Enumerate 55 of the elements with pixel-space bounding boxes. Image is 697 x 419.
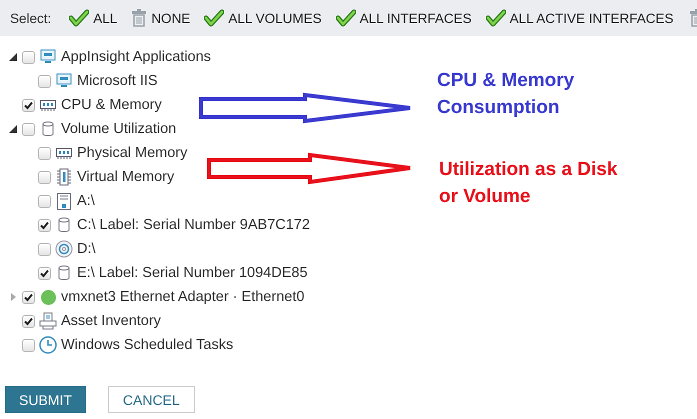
checkbox[interactable] (38, 242, 51, 256)
chip-icon (57, 168, 71, 186)
printer-icon (39, 312, 57, 330)
memory-icon (40, 99, 56, 111)
select-none-button[interactable]: NONE (131, 9, 190, 27)
checkbox[interactable] (22, 338, 35, 352)
checkbox[interactable] (38, 146, 51, 160)
cylinder-icon (58, 217, 70, 233)
cylinder-icon (58, 265, 70, 281)
tree-item-label[interactable]: A:\ (77, 193, 95, 209)
tree-item-label[interactable]: C:\ Label: Serial Number 9AB7C172 (77, 217, 310, 233)
checkmark-icon (69, 9, 90, 27)
expanded-arrow-icon[interactable] (8, 124, 18, 134)
expanded-arrow-icon[interactable] (8, 52, 18, 62)
checkbox[interactable] (22, 98, 35, 112)
checkbox[interactable] (38, 218, 51, 232)
annotation-text: Utilization as a Disk or Volume (439, 158, 618, 209)
disc-icon (55, 240, 73, 258)
tree-item-label[interactable]: AppInsight Applications (61, 49, 211, 65)
annotation-text: CPU & Memory Consumption (437, 69, 574, 120)
trash-icon (131, 9, 148, 27)
memory-icon (56, 147, 72, 159)
tree-item-label[interactable]: Microsoft IIS (77, 73, 158, 89)
tree-item-label[interactable]: E:\ Label: Serial Number 1094DE85 (77, 265, 308, 281)
checkmark-icon (336, 9, 356, 27)
clock-icon (39, 336, 57, 354)
checkbox[interactable] (22, 290, 35, 304)
cancel-button[interactable]: CANCEL (108, 386, 195, 413)
checkbox[interactable] (38, 170, 51, 184)
tree-item-label[interactable]: Volume Utilization (61, 121, 176, 137)
checkbox[interactable] (22, 122, 35, 136)
collapsed-arrow-icon[interactable] (8, 292, 18, 302)
select-button[interactable]: ALL INTERFACES (336, 9, 472, 27)
checkbox[interactable] (22, 50, 35, 64)
select-button[interactable]: ALL VOLUMES (204, 9, 322, 27)
checkbox[interactable] (22, 314, 35, 328)
tree-item-label[interactable]: vmxnet3 Ethernet Adapter · Ethernet0 (61, 289, 304, 305)
tree-item-label[interactable]: Physical Memory (77, 145, 188, 161)
checkmark-icon (486, 9, 506, 27)
checkmark-icon (204, 9, 224, 27)
select-button[interactable]: ALL ACTIVE INTERFACES (486, 9, 674, 27)
cylinder-icon (42, 121, 54, 137)
tree-item-label[interactable]: D:\ (77, 241, 96, 257)
tree-item-label[interactable]: Windows Scheduled Tasks (61, 337, 234, 353)
tree-item-label[interactable]: CPU & Memory (61, 97, 162, 113)
select-label: Select: (10, 10, 52, 26)
tree-item-label[interactable]: Asset Inventory (61, 313, 161, 329)
checkbox[interactable] (38, 266, 51, 280)
monitor-icon (56, 73, 72, 89)
tree-item-label[interactable]: Virtual Memory (77, 169, 174, 185)
select-button[interactable]: ALL (69, 9, 118, 27)
monitor-icon (40, 49, 56, 65)
checkbox[interactable] (38, 74, 51, 88)
submit-button[interactable]: SUBMIT (5, 386, 86, 413)
checkbox[interactable] (38, 194, 51, 208)
